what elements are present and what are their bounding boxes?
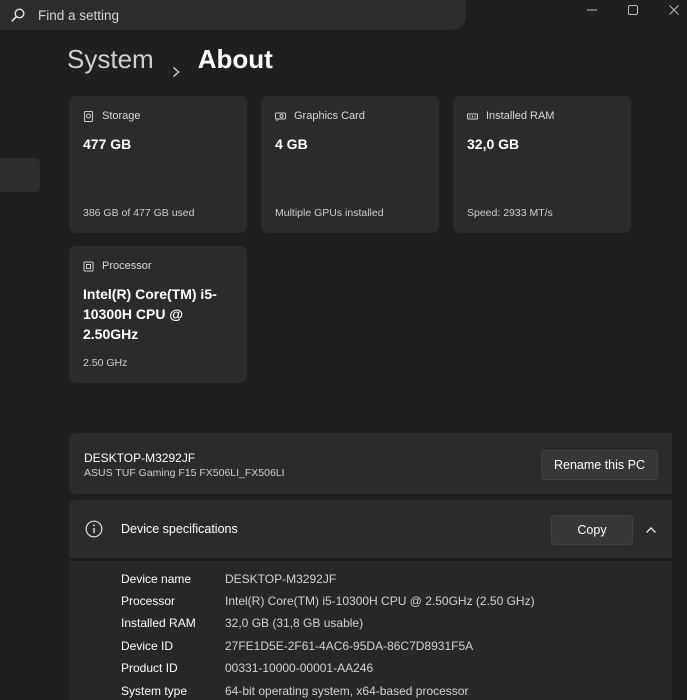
copy-button[interactable]: Copy <box>551 515 633 545</box>
nav-selected-item[interactable] <box>0 158 40 192</box>
graphics-card-tile[interactable]: Graphics Card 4 GB Multiple GPUs install… <box>261 96 439 233</box>
tile-detail: 2.50 GHz <box>83 357 128 369</box>
maximize-icon <box>628 5 638 15</box>
spec-key: Processor <box>121 594 176 608</box>
section-title: Device specifications <box>121 522 238 536</box>
tile-label: Installed RAM <box>486 110 555 122</box>
spec-row: System type 64-bit operating system, x64… <box>121 683 468 699</box>
tile-value: 477 GB <box>83 136 132 152</box>
pc-name: DESKTOP-M3292JF <box>84 451 196 465</box>
installed-ram-tile[interactable]: Installed RAM 32,0 GB Speed: 2933 MT/s <box>453 96 631 233</box>
spec-value: Intel(R) Core(TM) i5-10300H CPU @ 2.50GH… <box>225 594 535 608</box>
tile-detail: Multiple GPUs installed <box>275 207 384 219</box>
pc-name-card: DESKTOP-M3292JF ASUS TUF Gaming F15 FX50… <box>69 433 672 494</box>
ram-icon <box>467 111 478 122</box>
breadcrumb-system[interactable]: System <box>67 44 154 75</box>
close-icon <box>669 5 679 15</box>
tile-value: 4 GB <box>275 136 308 152</box>
spec-value: 00331-10000-00001-AA246 <box>225 661 374 675</box>
search-icon <box>11 8 25 22</box>
spec-row: Device name DESKTOP-M3292JF <box>121 571 336 587</box>
tile-value: Intel(R) Core(TM) i5-10300H CPU @ 2.50GH… <box>83 286 217 342</box>
device-specifications-header[interactable]: Device specifications Copy <box>69 500 672 558</box>
search-box[interactable]: Find a setting <box>0 0 466 30</box>
storage-icon <box>83 110 94 122</box>
spec-value: DESKTOP-M3292JF <box>225 572 337 586</box>
chevron-right-icon <box>170 54 182 77</box>
tile-value: 32,0 GB <box>467 136 520 152</box>
processor-icon <box>83 261 94 272</box>
spec-value: 64-bit operating system, x64-based proce… <box>225 684 469 698</box>
spec-row: Device ID 27FE1D5E-2F61-4AC6-95DA-86C7D8… <box>121 638 473 654</box>
spec-key: Installed RAM <box>121 616 196 630</box>
tile-detail: 386 GB of 477 GB used <box>83 207 195 219</box>
spec-key: Product ID <box>121 661 178 675</box>
maximize-button[interactable] <box>622 2 644 18</box>
breadcrumb: System About <box>67 44 273 77</box>
processor-tile[interactable]: Processor Intel(R) Core(TM) i5-10300H CP… <box>69 246 247 383</box>
spec-value: 32,0 GB (31,8 GB usable) <box>225 616 364 630</box>
rename-pc-button[interactable]: Rename this PC <box>541 450 658 480</box>
tile-detail: Speed: 2933 MT/s <box>467 207 553 219</box>
info-icon <box>85 520 103 538</box>
device-specifications-list: Device name DESKTOP-M3292JF Processor In… <box>69 561 672 700</box>
spec-value: 27FE1D5E-2F61-4AC6-95DA-86C7D8931F5A <box>225 639 474 653</box>
page-title: About <box>197 44 273 74</box>
spec-key: Device ID <box>121 639 174 653</box>
minimize-icon <box>587 9 597 11</box>
spec-key: Device name <box>121 572 192 586</box>
storage-tile[interactable]: Storage 477 GB 386 GB of 477 GB used <box>69 96 247 233</box>
spec-key: System type <box>121 684 188 698</box>
spec-row: Installed RAM 32,0 GB (31,8 GB usable) <box>121 615 363 631</box>
chevron-up-icon[interactable] <box>645 523 657 535</box>
minimize-button[interactable] <box>581 2 603 18</box>
graphics-card-icon <box>275 111 286 122</box>
close-button[interactable] <box>663 2 685 18</box>
tile-label: Graphics Card <box>294 110 365 122</box>
spec-row: Product ID 00331-10000-00001-AA246 <box>121 660 373 676</box>
pc-model: ASUS TUF Gaming F15 FX506LI_FX506LI <box>84 467 285 479</box>
search-input[interactable]: Find a setting <box>38 8 119 23</box>
tile-label: Storage <box>102 110 141 122</box>
spec-row: Processor Intel(R) Core(TM) i5-10300H CP… <box>121 593 535 609</box>
tile-label: Processor <box>102 260 152 272</box>
